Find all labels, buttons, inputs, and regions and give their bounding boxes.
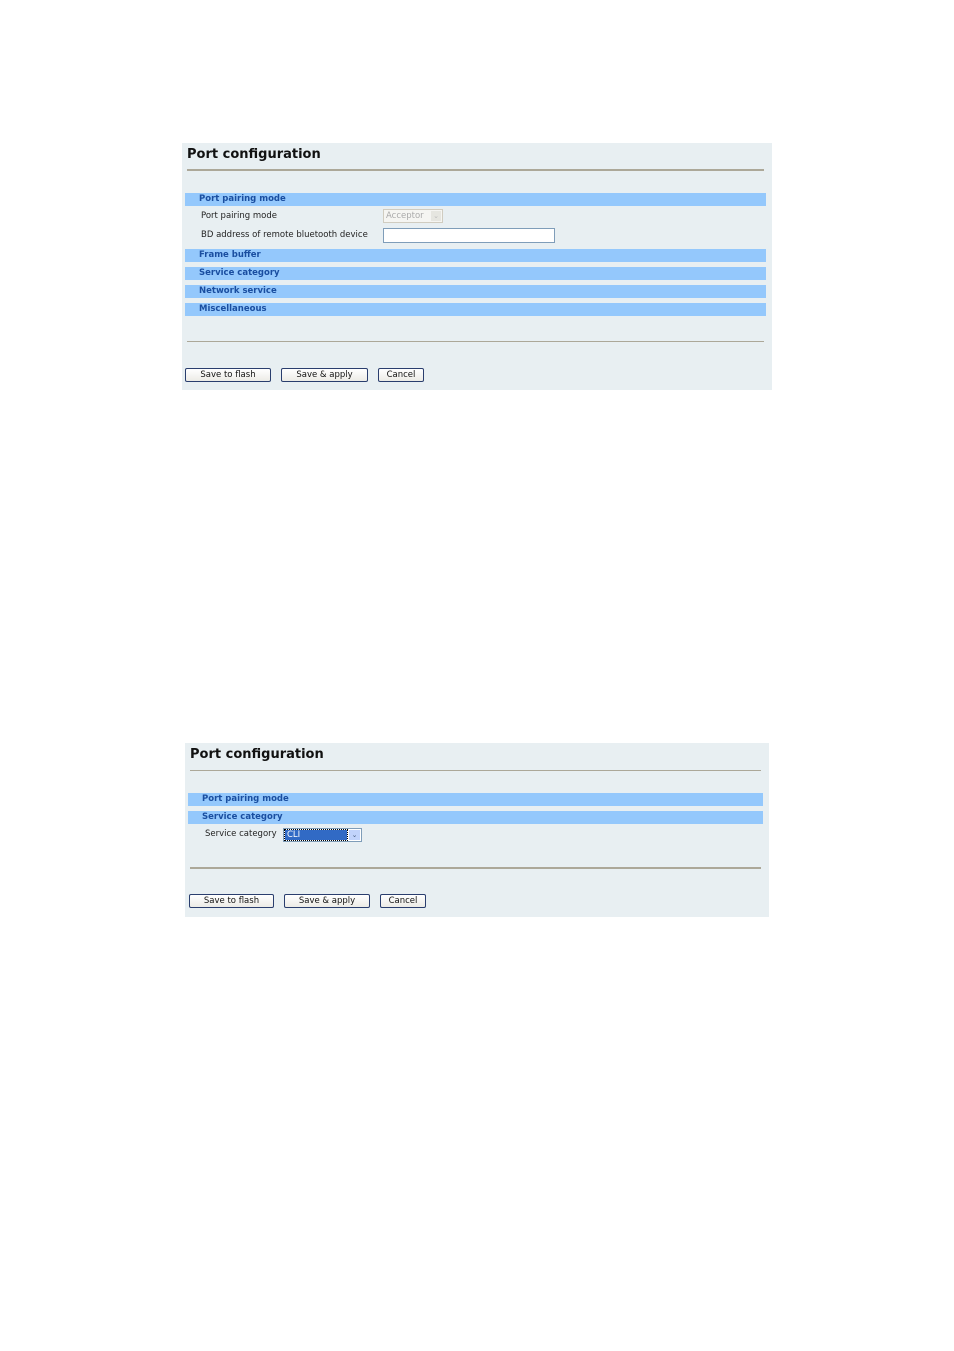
port-pairing-mode-label: Port pairing mode <box>201 211 277 221</box>
section-frame-buffer[interactable]: Frame buffer <box>185 249 766 262</box>
save-apply-button[interactable]: Save & apply <box>284 894 370 908</box>
divider <box>187 341 764 342</box>
service-category-value: CLI <box>284 829 348 841</box>
service-category-label: Service category <box>205 829 277 839</box>
divider <box>190 867 761 869</box>
cancel-button[interactable]: Cancel <box>378 368 424 382</box>
divider <box>187 169 764 171</box>
section-network-service[interactable]: Network service <box>185 285 766 298</box>
cancel-button[interactable]: Cancel <box>380 894 426 908</box>
page-title: Port configuration <box>190 747 324 762</box>
bd-address-input[interactable] <box>383 228 555 243</box>
save-to-flash-button[interactable]: Save to flash <box>189 894 274 908</box>
port-pairing-mode-select[interactable]: Acceptor ⌄ <box>383 209 443 223</box>
page-title: Port configuration <box>187 147 321 162</box>
port-configuration-panel-1: Port configuration Port pairing mode Por… <box>182 143 772 390</box>
port-configuration-panel-2: Port configuration Port pairing mode Ser… <box>185 743 769 917</box>
save-to-flash-button[interactable]: Save to flash <box>185 368 271 382</box>
divider <box>190 770 761 771</box>
port-pairing-mode-value: Acceptor <box>386 211 424 221</box>
section-service-category[interactable]: Service category <box>188 811 763 824</box>
chevron-down-icon: ⌄ <box>349 830 360 840</box>
section-miscellaneous[interactable]: Miscellaneous <box>185 303 766 316</box>
service-category-select[interactable]: CLI ⌄ <box>283 828 362 842</box>
bd-address-label: BD address of remote bluetooth device <box>201 230 368 240</box>
save-apply-button[interactable]: Save & apply <box>281 368 368 382</box>
section-service-category[interactable]: Service category <box>185 267 766 280</box>
section-port-pairing-mode[interactable]: Port pairing mode <box>188 793 763 806</box>
chevron-down-icon: ⌄ <box>431 211 441 221</box>
section-port-pairing-mode[interactable]: Port pairing mode <box>185 193 766 206</box>
